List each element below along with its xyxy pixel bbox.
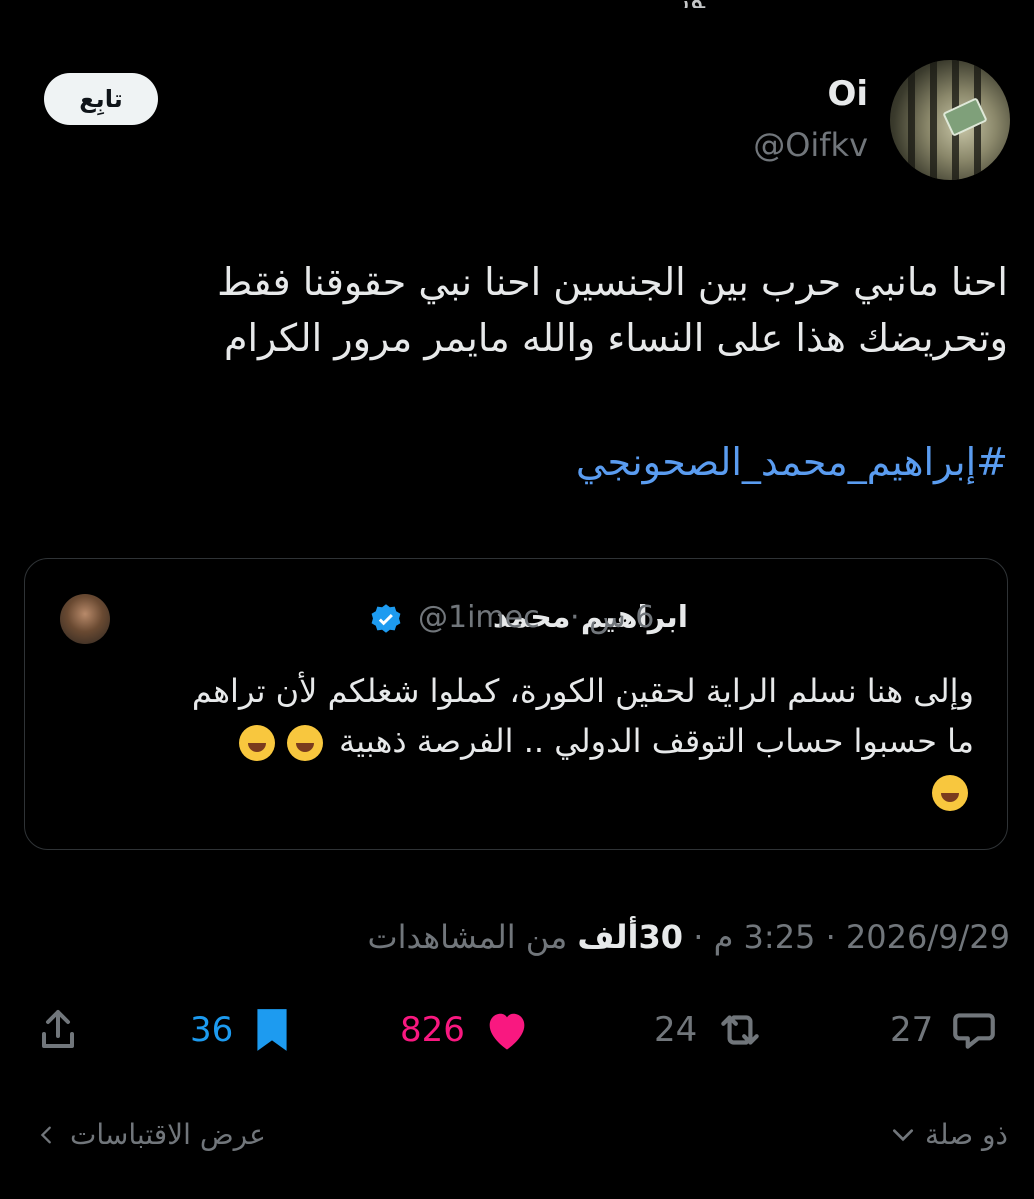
verified-badge-icon [371, 604, 401, 633]
quoted-tweet-text: وإلى هنا نسلم الراية لحقين الكورة، كملوا… [60, 666, 974, 816]
bookmark-button[interactable]: 36 [190, 1000, 297, 1060]
author-name[interactable]: Oi [827, 74, 868, 114]
follow-button[interactable]: تابِع [44, 73, 158, 125]
relevance-sort-dropdown[interactable]: ذو صلة [889, 1118, 1008, 1151]
repost-count: 24 [654, 1010, 698, 1050]
quoted-line-2: ما حسبوا حساب التوقف الدولي .. الفرصة ذه… [338, 722, 974, 760]
heart-icon [489, 1013, 525, 1050]
bookmark-count: 36 [190, 1010, 234, 1050]
reply-bubble-icon [953, 1013, 996, 1049]
share-button[interactable] [34, 1000, 82, 1060]
tweet-text: احنا مانبي حرب بين الجنسين احنا نبي حقوق… [120, 254, 1008, 366]
share-icon [42, 1010, 74, 1048]
tears-of-joy-emoji-icon [932, 775, 968, 811]
quoted-line-3-wrap [60, 766, 974, 816]
tweet-line-1: احنا مانبي حرب بين الجنسين احنا نبي حقوق… [217, 260, 1008, 304]
quoted-tweet-time: 6 س · [570, 600, 655, 635]
reply-count: 27 [890, 1010, 934, 1050]
chevron-left-icon [40, 1126, 51, 1143]
tweet-date: 2026/9/29 [845, 918, 1010, 956]
bookmark-icon [257, 1009, 287, 1051]
view-quotes-link[interactable]: عرض الاقتباسات [36, 1118, 266, 1151]
hashtag-link[interactable]: #إبراهيم_محمد_الصحونجي [576, 440, 1008, 484]
author-avatar[interactable] [890, 60, 1010, 180]
tweet-time: 3:25 م [713, 918, 816, 956]
repost-button[interactable]: 24 [654, 1000, 769, 1060]
tears-of-joy-emoji-icon [238, 725, 275, 761]
relevance-label: ذو صلة [925, 1118, 1008, 1151]
like-count: 826 [400, 1010, 465, 1050]
tweet-line-2: وتحريضك هذا على النساء والله مايمر مرور … [223, 316, 1008, 360]
views-label: من المشاهدات [367, 918, 568, 956]
view-quotes-label: عرض الاقتباسات [70, 1118, 266, 1151]
quoted-line-1: وإلى هنا نسلم الراية لحقين الكورة، كملوا… [191, 672, 974, 710]
tweet-meta: 2026/9/29 · 3:25 م · 30ألف من المشاهدات [367, 918, 1010, 956]
quoted-author-handle: @1imec [418, 600, 540, 635]
quoted-line-2-wrap: ما حسبوا حساب التوقف الدولي .. الفرصة ذه… [60, 716, 974, 766]
previous-tweet-cut-text: ﻮﺭ [380, 0, 1000, 8]
quoted-author-avatar [60, 594, 110, 644]
tears-of-joy-emoji-icon [286, 725, 323, 761]
chevron-down-icon [893, 1128, 914, 1141]
like-button[interactable]: 826 [400, 1000, 535, 1060]
action-bar: 36 826 24 27 [0, 1000, 1034, 1060]
author-handle[interactable]: @Oifkv [753, 126, 868, 164]
repost-icon [721, 1015, 760, 1045]
views-count: 30ألف [577, 918, 684, 956]
reply-button[interactable]: 27 [890, 1000, 1001, 1060]
